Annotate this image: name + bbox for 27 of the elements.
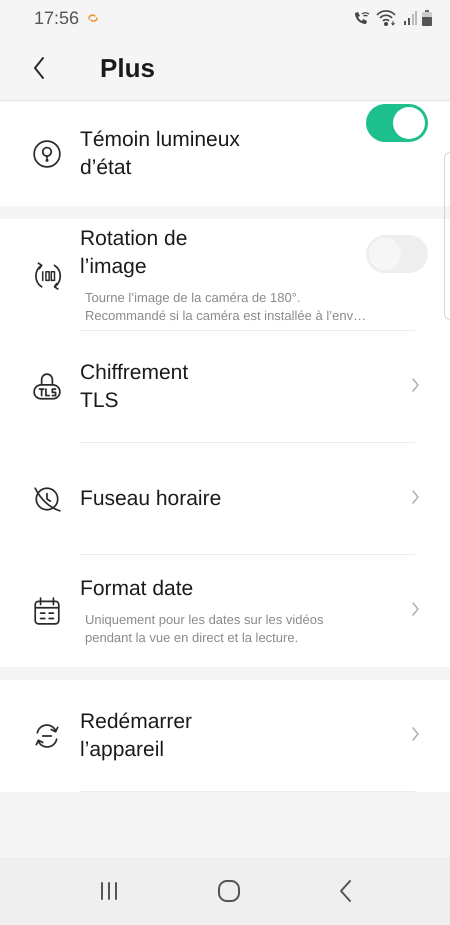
home-icon xyxy=(216,879,241,903)
notification-icon xyxy=(87,13,100,23)
padlock-icon xyxy=(32,372,62,402)
page-title: Plus xyxy=(100,52,155,84)
setting-description: Tourne l’image de la caméra de 180°. Recommandé si la caméra est installée à l’env… xyxy=(84,289,366,325)
wifi-icon xyxy=(376,10,398,26)
bulb-icon xyxy=(32,139,62,169)
setting-title: Redémarrer l’appareil xyxy=(80,709,192,763)
setting-title: Témoin lumineux d’état xyxy=(80,127,240,181)
back-icon xyxy=(338,879,352,903)
setting-title: Rotation de l’image xyxy=(80,226,188,280)
setting-title: Chiffrement TLS xyxy=(80,360,188,414)
setting-title: Fuseau horaire xyxy=(80,486,222,512)
wifi-call-icon xyxy=(353,10,371,26)
toggle-switch[interactable] xyxy=(366,104,428,142)
calendar-icon xyxy=(32,596,62,626)
back-icon xyxy=(32,56,46,80)
chevron-icon xyxy=(411,600,420,616)
setting-title: Format date xyxy=(80,576,194,602)
signal-icon xyxy=(403,11,417,25)
status-time: 17:56 xyxy=(34,8,80,28)
chevron-icon xyxy=(411,726,420,742)
setting-description: Uniquement pour les dates sur les vidéos pendant la vue en direct et la lecture. xyxy=(84,611,324,647)
chevron-icon xyxy=(411,376,420,392)
chevron-icon xyxy=(411,488,420,504)
rotate-icon xyxy=(32,260,62,290)
battery-icon xyxy=(422,10,432,26)
